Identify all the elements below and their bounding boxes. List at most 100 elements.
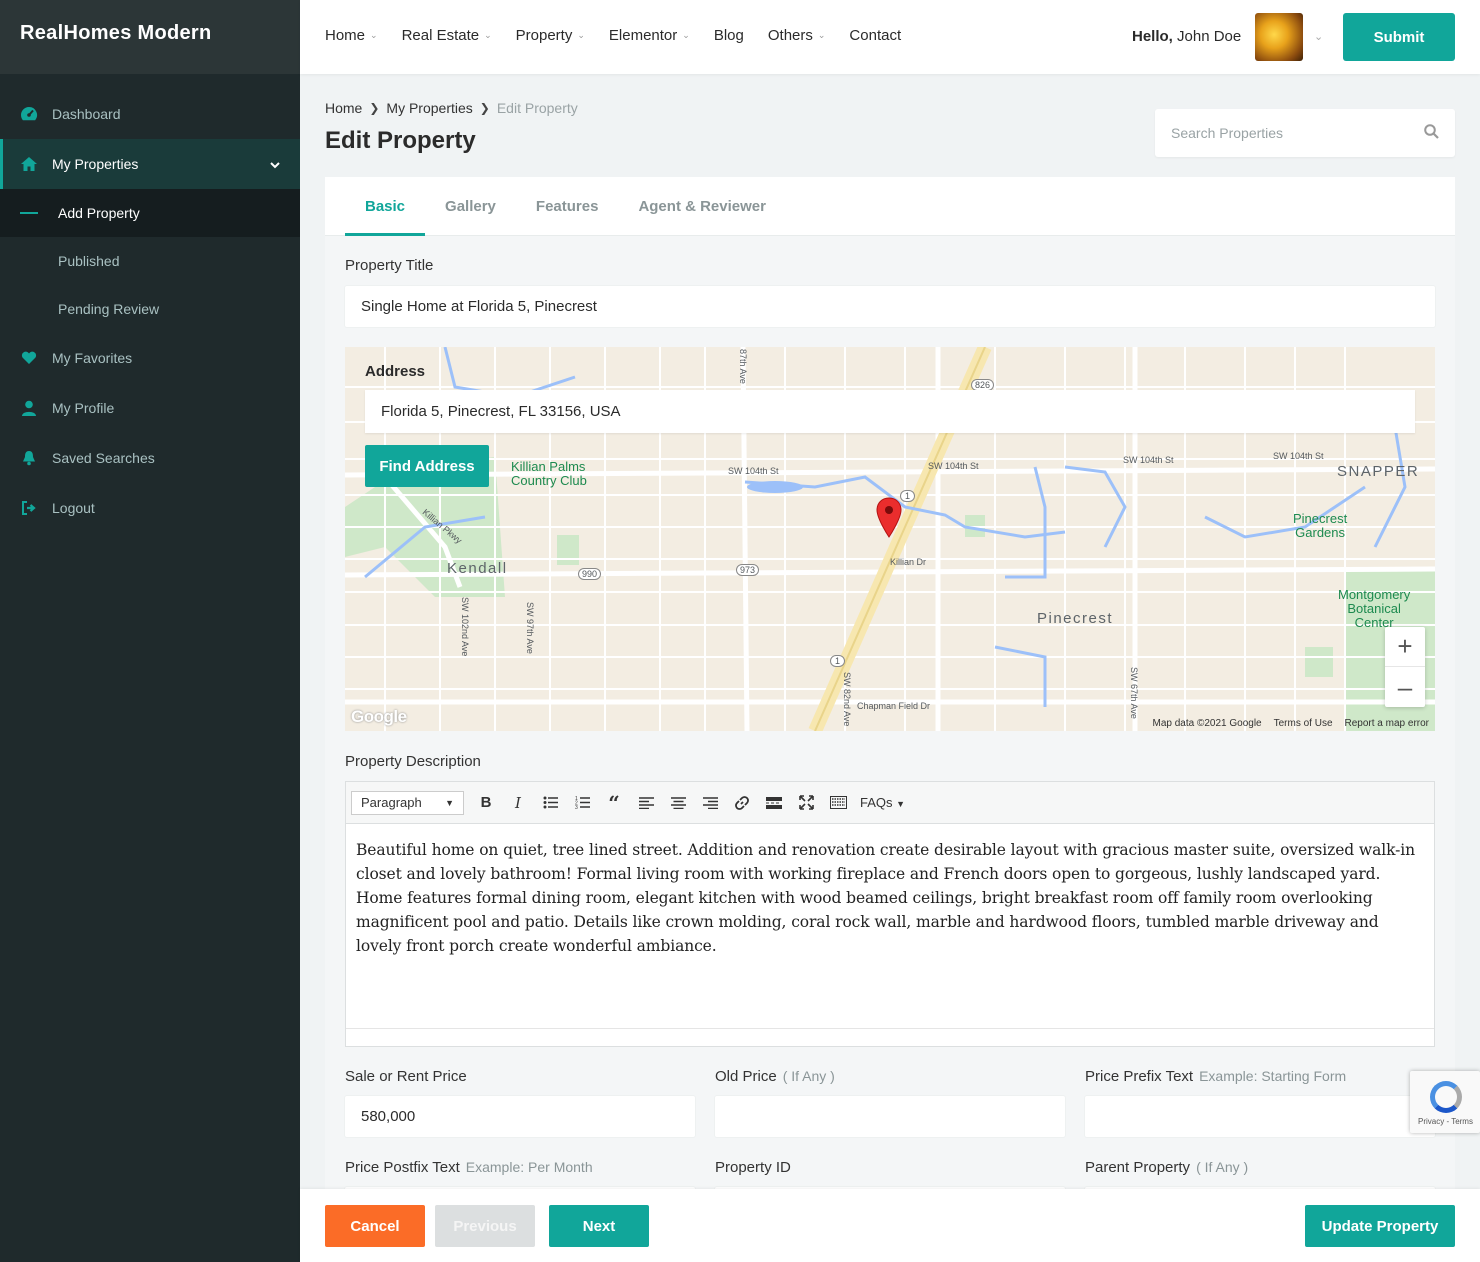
align-center-icon[interactable] [662,789,694,817]
avatar[interactable] [1255,13,1303,61]
chevron-down-icon: ⌄ [817,30,826,40]
price-prefix-input[interactable] [1085,1096,1435,1137]
brand-logo[interactable]: RealHomes Modern [0,0,300,74]
cancel-button[interactable]: Cancel [325,1205,425,1247]
bullet-list-icon[interactable] [534,789,566,817]
map-place-line: Gardens [1295,525,1346,540]
active-dash-icon [20,212,38,214]
sidebar-item-saved-searches[interactable]: Saved Searches [0,433,300,483]
map-street: SW 104th St [1273,451,1324,461]
menu-item-property[interactable]: Property ⌄ [516,27,585,44]
menu-label: Others [767,27,813,44]
recaptcha-badge[interactable]: Privacy - Terms [1410,1071,1480,1133]
toolbar-toggle-icon[interactable] [822,789,854,817]
map-terms-link[interactable]: Terms of Use [1274,718,1333,729]
menu-item-real-estate[interactable]: Real Estate ⌄ [402,27,492,44]
price-prefix-label: Price Prefix Text Example: Starting Form [1085,1068,1346,1085]
sidebar-item-label: Dashboard [52,106,121,122]
price-label: Sale or Rent Price [345,1068,467,1085]
fullscreen-icon[interactable] [790,789,822,817]
numbered-list-icon[interactable]: 123 [566,789,598,817]
bell-icon [20,449,38,467]
menu-item-home[interactable]: Home ⌄ [325,27,378,44]
price-postfix-label-text: Price Postfix Text [345,1159,460,1176]
breadcrumb-home[interactable]: Home [325,100,362,116]
map-route-shield: 1 [830,655,846,667]
user-name: John Doe [1177,28,1242,45]
sidebar-item-my-profile[interactable]: My Profile [0,383,300,433]
next-button[interactable]: Next [549,1205,649,1247]
top-header: Home ⌄ Real Estate ⌄ Property ⌄ Elementor ⌄ … [300,0,1480,74]
menu-item-blog[interactable]: Blog [714,27,744,44]
caret-down-icon: ▼ [896,799,906,809]
tab-gallery[interactable]: Gallery [425,177,516,236]
menu-item-elementor[interactable]: Elementor ⌄ [609,27,690,44]
map-place: Pinecrest [1037,610,1114,627]
map-place-line: Killian Palms [511,459,586,474]
property-id-label: Property ID [715,1159,791,1176]
sidebar-subitem-published[interactable]: Published [0,237,300,285]
old-price-label-text: Old Price [715,1068,777,1085]
bold-icon[interactable]: B [470,789,502,817]
old-price-input[interactable] [715,1096,1065,1137]
breadcrumb-my-properties[interactable]: My Properties [386,100,472,116]
user-menu-chevron-icon[interactable]: ⌄ [1314,30,1323,43]
sidebar-item-label: My Profile [52,400,115,416]
chevron-down-icon: ⌄ [577,30,585,40]
sidebar-subitem-add-property[interactable]: Add Property [0,189,300,237]
recaptcha-links[interactable]: Privacy - Terms [1418,1117,1473,1126]
price-prefix-hint: Example: Starting Form [1199,1068,1347,1084]
chevron-right-icon: ❯ [479,101,490,115]
map-zoom-control: + – [1385,627,1425,707]
description-text[interactable]: Beautiful home on quiet, tree lined stre… [346,824,1434,972]
align-right-icon[interactable] [694,789,726,817]
previous-button[interactable]: Previous [435,1205,535,1247]
chevron-down-icon: ⌄ [484,30,492,40]
sidebar-item-dashboard[interactable]: Dashboard [0,89,300,139]
property-title-input[interactable]: Single Home at Florida 5, Pinecrest [345,286,1435,327]
zoom-in-icon[interactable]: + [1385,627,1425,667]
form-action-bar: Cancel Previous Next Update Property [300,1189,1480,1262]
sidebar-subitem-pending-review[interactable]: Pending Review [0,285,300,333]
map-attribution: Map data ©2021 Google Terms of Use Repor… [1152,718,1429,729]
map-route-shield: 990 [578,568,602,580]
property-description-label: Property Description [345,753,481,770]
tab-features[interactable]: Features [516,177,619,236]
map-place-line: Pinecrest [1293,511,1348,526]
find-address-button[interactable]: Find Address [365,445,489,487]
read-more-icon[interactable] [758,789,790,817]
page-title: Edit Property [325,127,476,154]
blockquote-icon[interactable]: “ [598,789,630,817]
link-icon[interactable] [726,789,758,817]
editor-resize-bar[interactable] [346,1028,1434,1046]
property-map[interactable]: Killian Palms Country Club Kendall Pinecr… [345,347,1435,731]
price-prefix-label-text: Price Prefix Text [1085,1068,1194,1085]
format-select-value: Paragraph [361,795,422,810]
submit-button[interactable]: Submit [1343,13,1455,61]
faqs-dropdown[interactable]: FAQs ▼ [860,795,905,810]
search-input[interactable] [1171,125,1411,141]
sidebar-item-my-properties[interactable]: My Properties [0,139,300,189]
map-marker-icon[interactable] [876,497,902,539]
map-report-link[interactable]: Report a map error [1345,718,1429,729]
format-select[interactable]: Paragraph ▼ [351,790,464,815]
sidebar-item-my-favorites[interactable]: My Favorites [0,333,300,383]
sidebar-subitem-label: Published [58,253,120,269]
map-place: Kendall [447,560,508,577]
price-input[interactable]: 580,000 [345,1096,695,1137]
menu-item-contact[interactable]: Contact [849,27,901,44]
align-left-icon[interactable] [630,789,662,817]
update-property-button[interactable]: Update Property [1305,1205,1455,1247]
tab-basic[interactable]: Basic [345,177,426,236]
search-icon[interactable] [1424,124,1439,142]
tab-bar: Basic Gallery Features Agent & Reviewer [325,177,1455,236]
address-input[interactable]: Florida 5, Pinecrest, FL 33156, USA [365,390,1415,433]
tab-agent-reviewer[interactable]: Agent & Reviewer [618,177,786,236]
heart-icon [20,349,38,367]
zoom-out-icon[interactable]: – [1385,667,1425,707]
address-label: Address [365,363,426,380]
map-street: 87th Ave [738,349,748,384]
menu-item-others[interactable]: Others ⌄ [768,27,826,44]
sidebar-item-logout[interactable]: Logout [0,483,300,533]
italic-icon[interactable]: I [502,789,534,817]
